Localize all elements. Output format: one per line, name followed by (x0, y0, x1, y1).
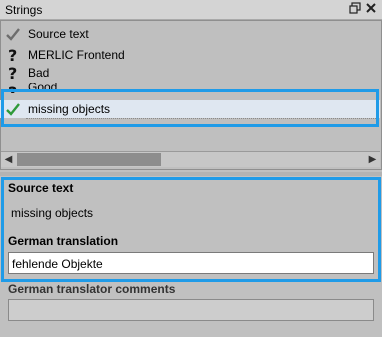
svg-text:?: ? (8, 84, 17, 93)
row-divider (26, 118, 378, 119)
translator-comments-label: German translator comments (8, 282, 176, 296)
close-icon[interactable] (364, 2, 378, 16)
scrollbar-thumb[interactable] (17, 153, 161, 166)
list-item[interactable]: ? Bad (0, 64, 380, 83)
list-item-label: MERLIC Frontend (28, 48, 125, 62)
window-title: Strings (5, 3, 43, 17)
check-icon (5, 101, 21, 117)
check-icon (5, 26, 21, 42)
list-item-label: Bad (28, 66, 50, 80)
horizontal-scrollbar[interactable]: ◀ ▶ (1, 151, 380, 167)
svg-text:?: ? (8, 47, 17, 63)
list-item[interactable]: ? Good (0, 83, 380, 93)
list-item-label: Good (28, 83, 58, 93)
list-header-source-text[interactable]: Source text (0, 25, 380, 43)
question-icon: ? (5, 83, 21, 93)
list-header-label: Source text (28, 27, 89, 41)
source-text-label: Source text (8, 181, 74, 195)
question-icon: ? (5, 46, 21, 65)
list-item[interactable]: ? MERLIC Frontend (0, 46, 380, 65)
panel-splitter[interactable] (0, 172, 382, 176)
window-titlebar: Strings (0, 0, 382, 20)
translator-comments-field[interactable] (8, 299, 374, 321)
svg-text:?: ? (8, 65, 17, 81)
question-icon: ? (5, 64, 21, 83)
float-window-icon[interactable] (348, 2, 362, 16)
german-translation-field[interactable]: fehlende Objekte (8, 252, 374, 274)
scroll-right-icon[interactable]: ▶ (365, 152, 380, 167)
source-text-value: missing objects (11, 206, 94, 220)
list-item-label: missing objects (28, 102, 111, 116)
list-item-selected[interactable]: missing objects (0, 100, 380, 118)
scroll-left-icon[interactable]: ◀ (1, 152, 16, 167)
german-translation-label: German translation (8, 234, 119, 248)
